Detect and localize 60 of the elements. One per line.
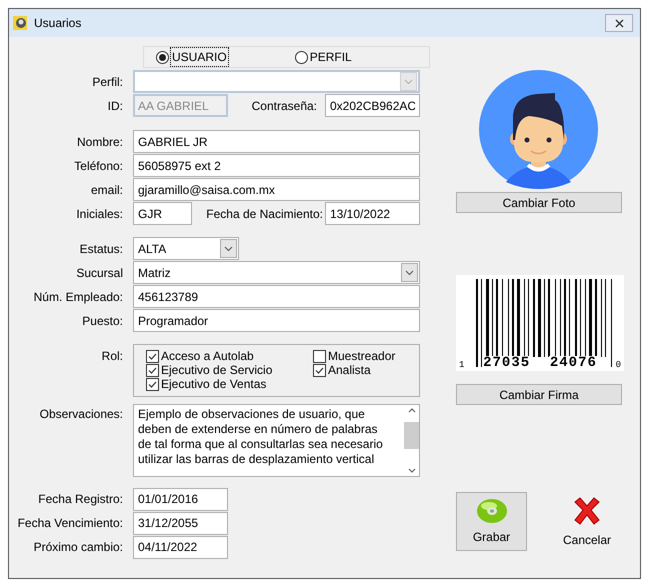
- field-label: Perfil:: [91, 74, 124, 90]
- field-label: Fecha de Nacimiento:: [205, 206, 324, 222]
- input-field[interactable]: gjaramillo@saisa.com.mx: [133, 178, 420, 201]
- field-label: Núm. Empleado:: [32, 288, 124, 306]
- field-label: ID:: [106, 98, 124, 114]
- disc-icon: [476, 498, 508, 524]
- change-photo-button[interactable]: Cambiar Foto: [456, 192, 622, 213]
- window-title: Usuarios: [34, 15, 82, 32]
- input-field[interactable]: 13/10/2022: [325, 202, 420, 225]
- app-icon: [12, 15, 28, 31]
- barcode-digits: 1: [459, 360, 464, 370]
- input-field[interactable]: 04/11/2022: [133, 536, 228, 558]
- radio-button[interactable]: [156, 50, 169, 64]
- input-field[interactable]: 31/12/2055: [133, 512, 228, 534]
- radio-button[interactable]: [294, 50, 308, 64]
- checkbox-option[interactable]: Analista: [313, 363, 419, 377]
- checkbox-option[interactable]: Ejecutivo de Ventas: [146, 377, 313, 391]
- text-area[interactable]: Ejemplo de observaciones de usuario, que deben de extenderse en número de palabras de tal forma que al consultarlas sea necesario utilizar las barras de desplazamiento vertical: [133, 404, 420, 477]
- dropdown[interactable]: Matriz: [133, 261, 420, 284]
- cancel-button[interactable]: Cancelar: [553, 492, 621, 551]
- field-label: Sucursal: [75, 264, 124, 282]
- checkbox[interactable]: [146, 378, 159, 390]
- dropdown-value: ALTA: [138, 240, 166, 258]
- close-icon: [614, 18, 624, 28]
- close-button[interactable]: [605, 14, 633, 32]
- field-label: Rol:: [100, 348, 124, 365]
- field-label: Teléfono:: [73, 158, 124, 174]
- change-signature-button[interactable]: Cambiar Firma: [456, 384, 622, 405]
- field-label: Contraseña:: [250, 98, 318, 114]
- input-field[interactable]: 456123789: [133, 285, 420, 308]
- field-label: Próximo cambio:: [32, 539, 124, 556]
- field-label: Fecha Registro:: [37, 491, 124, 508]
- field-label: Observaciones:: [38, 406, 124, 423]
- dropdown[interactable]: ALTA: [133, 237, 239, 260]
- field-label: email:: [90, 182, 124, 198]
- dropdown-value: Matriz: [138, 264, 171, 282]
- scroll-up-icon[interactable]: [408, 408, 416, 413]
- checkbox[interactable]: [313, 364, 326, 376]
- checkbox-option[interactable]: Ejecutivo de Servicio: [146, 363, 313, 377]
- checkbox-option[interactable]: Muestreador: [313, 349, 419, 363]
- input-field[interactable]: GABRIEL JR: [133, 130, 420, 153]
- save-button[interactable]: Grabar: [456, 492, 527, 551]
- checkbox-option[interactable]: Acceso a Autolab: [146, 349, 313, 363]
- field-label: Nombre:: [76, 134, 124, 150]
- field-label: Puesto:: [81, 312, 124, 330]
- checkbox[interactable]: [146, 350, 159, 362]
- checkbox[interactable]: [146, 364, 159, 376]
- scrollbar-thumb[interactable]: [404, 422, 419, 449]
- checkbox[interactable]: [313, 350, 326, 362]
- field-label: Iniciales:: [75, 206, 124, 222]
- input-field[interactable]: GJR: [133, 202, 192, 225]
- radio-option[interactable]: PERFIL: [294, 48, 353, 66]
- barcode-digits: 0: [616, 360, 621, 370]
- input-field[interactable]: 01/01/2016: [133, 488, 228, 510]
- field-label: Estatus:: [78, 240, 124, 258]
- input-field[interactable]: Programador: [133, 309, 420, 332]
- input-field[interactable]: 56058975 ext 2: [133, 154, 420, 177]
- observations-text: Ejemplo de observaciones de usuario, que deben de extenderse en número de palabras de tal forma que al consultarlas sea necesario utilizar las barras de desplazamiento vertical: [137, 406, 384, 468]
- field-label: Fecha Vencimiento:: [16, 515, 124, 532]
- scroll-down-icon[interactable]: [408, 468, 416, 473]
